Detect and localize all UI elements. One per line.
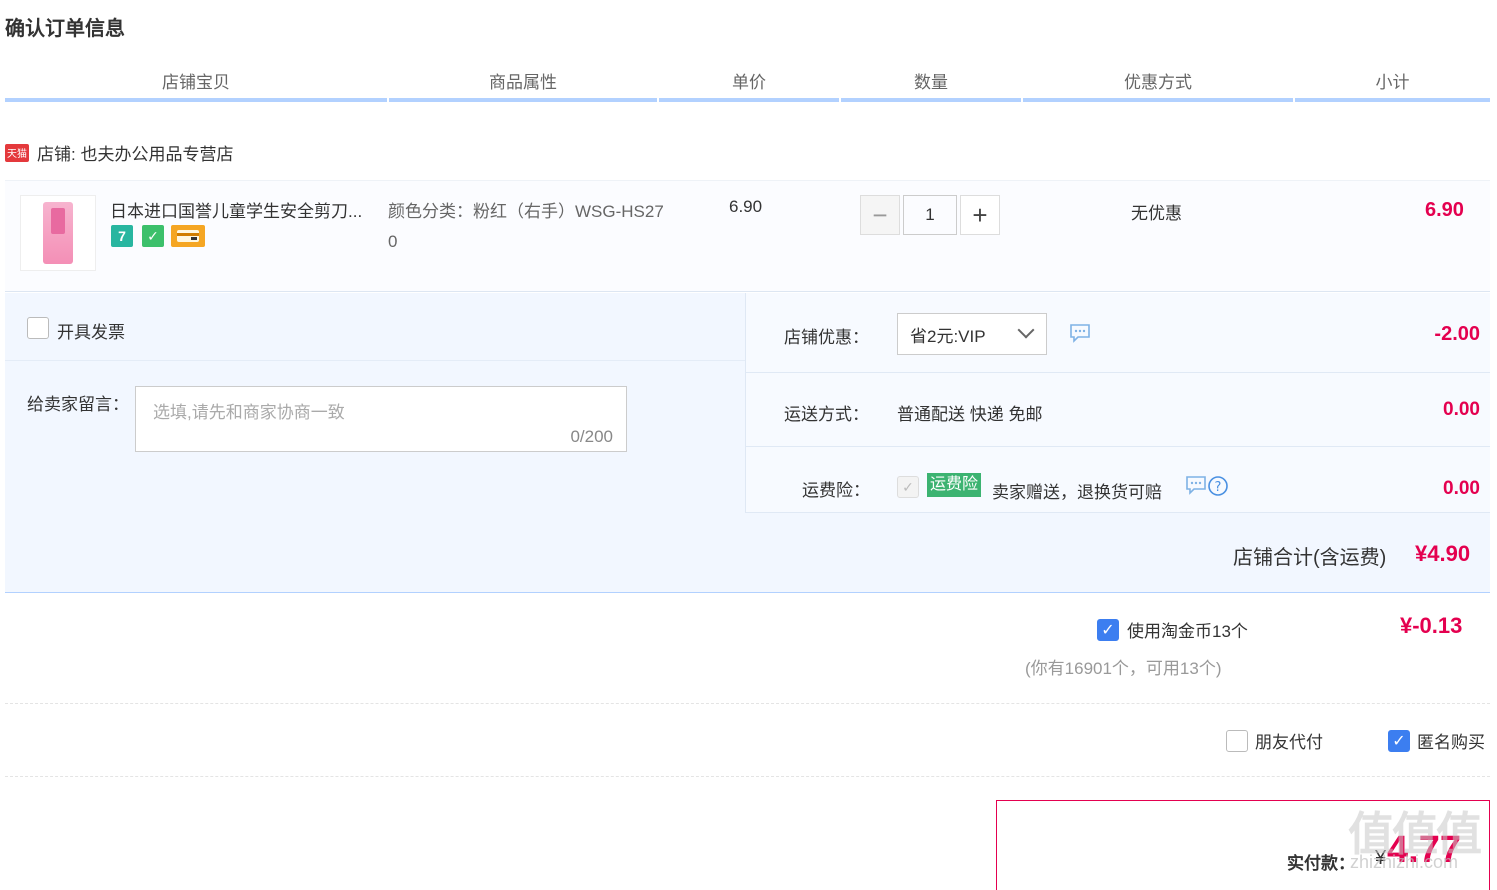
- store-discount-label: 店铺优惠：: [784, 328, 869, 347]
- page-title: 确认订单信息: [5, 18, 125, 40]
- left-options: 开具发票 给卖家留言： 选填,请先和商家协商一致 0/200: [5, 293, 745, 513]
- column-header-attributes: 商品属性: [389, 72, 657, 102]
- seven-day-return-icon: 7: [111, 225, 133, 247]
- coins-balance-note: (你有16901个，可用13个): [1025, 659, 1222, 678]
- column-header-quantity: 数量: [841, 72, 1021, 102]
- insurance-tag: 运费险: [927, 473, 982, 497]
- message-label: 给卖家留言：: [27, 395, 129, 414]
- svg-text:?: ?: [1215, 480, 1222, 495]
- decrease-quantity-button[interactable]: −: [860, 195, 900, 235]
- divider: [5, 776, 1490, 778]
- store-discount-amount: -2.00: [1434, 323, 1480, 345]
- use-coins-checkbox[interactable]: ✓: [1097, 618, 1119, 641]
- quantity-input[interactable]: 1: [903, 195, 957, 235]
- store-total-amount: ¥4.90: [1415, 541, 1471, 566]
- invoice-checkbox[interactable]: [27, 317, 49, 339]
- shipping-amount: 0.00: [1443, 399, 1480, 420]
- help-icon[interactable]: ?: [1207, 475, 1229, 502]
- item-discount: 无优惠: [1131, 204, 1182, 223]
- quantity-stepper: − 1 +: [860, 195, 1000, 235]
- credit-card-icon: [171, 225, 205, 247]
- insurance-label: 运费险：: [802, 481, 870, 500]
- store-name[interactable]: 店铺: 也夫办公用品专营店: [37, 140, 233, 165]
- divider: [5, 360, 745, 361]
- tmall-logo: 天猫: [5, 143, 29, 162]
- insurance-checkbox: ✓: [897, 476, 919, 498]
- store-total-label: 店铺合计(含运费): [1233, 547, 1387, 569]
- store-discount-select[interactable]: 省2元:VIP: [897, 313, 1047, 355]
- cart-item-row: 日本进口国誉儿童学生安全剪刀... 7 ✓ 颜色分类：粉红（右手）WSG-HS2…: [5, 180, 1490, 292]
- product-attributes: 颜色分类：粉红（右手）WSG-HS270: [388, 202, 664, 251]
- guarantee-icon: ✓: [142, 225, 164, 247]
- store-line: 天猫 店铺: 也夫办公用品专营店: [5, 140, 233, 165]
- column-header-subtotal: 小计: [1295, 72, 1490, 102]
- friend-pay-checkbox[interactable]: [1226, 729, 1248, 752]
- column-header-price: 单价: [659, 72, 839, 102]
- chevron-down-icon: [1017, 321, 1035, 339]
- shipping-label: 运送方式：: [784, 405, 869, 424]
- payment-label: 实付款：: [1287, 854, 1355, 873]
- column-header-discount: 优惠方式: [1023, 72, 1293, 102]
- anonymous-purchase-label: 匿名购买: [1417, 733, 1485, 752]
- coins-deduction-amount: ¥-0.13: [1400, 613, 1463, 638]
- seller-message-input[interactable]: 选填,请先和商家协商一致 0/200: [135, 386, 627, 452]
- divider: [5, 703, 1490, 705]
- anonymous-purchase-option: ✓ 匿名购买: [1388, 728, 1485, 753]
- message-placeholder: 选填,请先和商家协商一致: [153, 403, 345, 422]
- use-coins-label: 使用淘金币13个: [1127, 622, 1248, 641]
- item-subtotal: 6.90: [1425, 199, 1464, 221]
- taobao-coin-option: ✓ 使用淘金币13个: [1097, 617, 1248, 642]
- order-options-panel: 开具发票 给卖家留言： 选填,请先和商家协商一致 0/200 店铺优惠： 省2元…: [5, 293, 1490, 593]
- friend-pay-label: 朋友代付: [1255, 733, 1323, 752]
- anonymous-purchase-checkbox[interactable]: ✓: [1388, 729, 1410, 752]
- product-title[interactable]: 日本进口国誉儿童学生安全剪刀...: [110, 197, 362, 222]
- column-header-item: 店铺宝贝: [5, 72, 387, 102]
- product-thumbnail[interactable]: [20, 195, 96, 271]
- insurance-description: 卖家赠送，退换货可赔: [992, 483, 1162, 502]
- watermark-url: zhizhizhi.com: [1350, 852, 1459, 872]
- unit-price: 6.90: [729, 197, 763, 216]
- chat-icon[interactable]: [1185, 475, 1207, 500]
- insurance-amount: 0.00: [1443, 478, 1480, 499]
- store-discount-selected: 省2元:VIP: [910, 326, 986, 346]
- increase-quantity-button[interactable]: +: [960, 195, 1000, 235]
- invoice-label: 开具发票: [57, 323, 125, 342]
- shipping-method: 普通配送 快递 免邮: [897, 405, 1043, 424]
- message-char-counter: 0/200: [570, 427, 613, 446]
- chat-icon[interactable]: [1069, 323, 1091, 348]
- scissors-blade-image: [51, 208, 65, 234]
- friend-pay-option: 朋友代付: [1226, 728, 1323, 753]
